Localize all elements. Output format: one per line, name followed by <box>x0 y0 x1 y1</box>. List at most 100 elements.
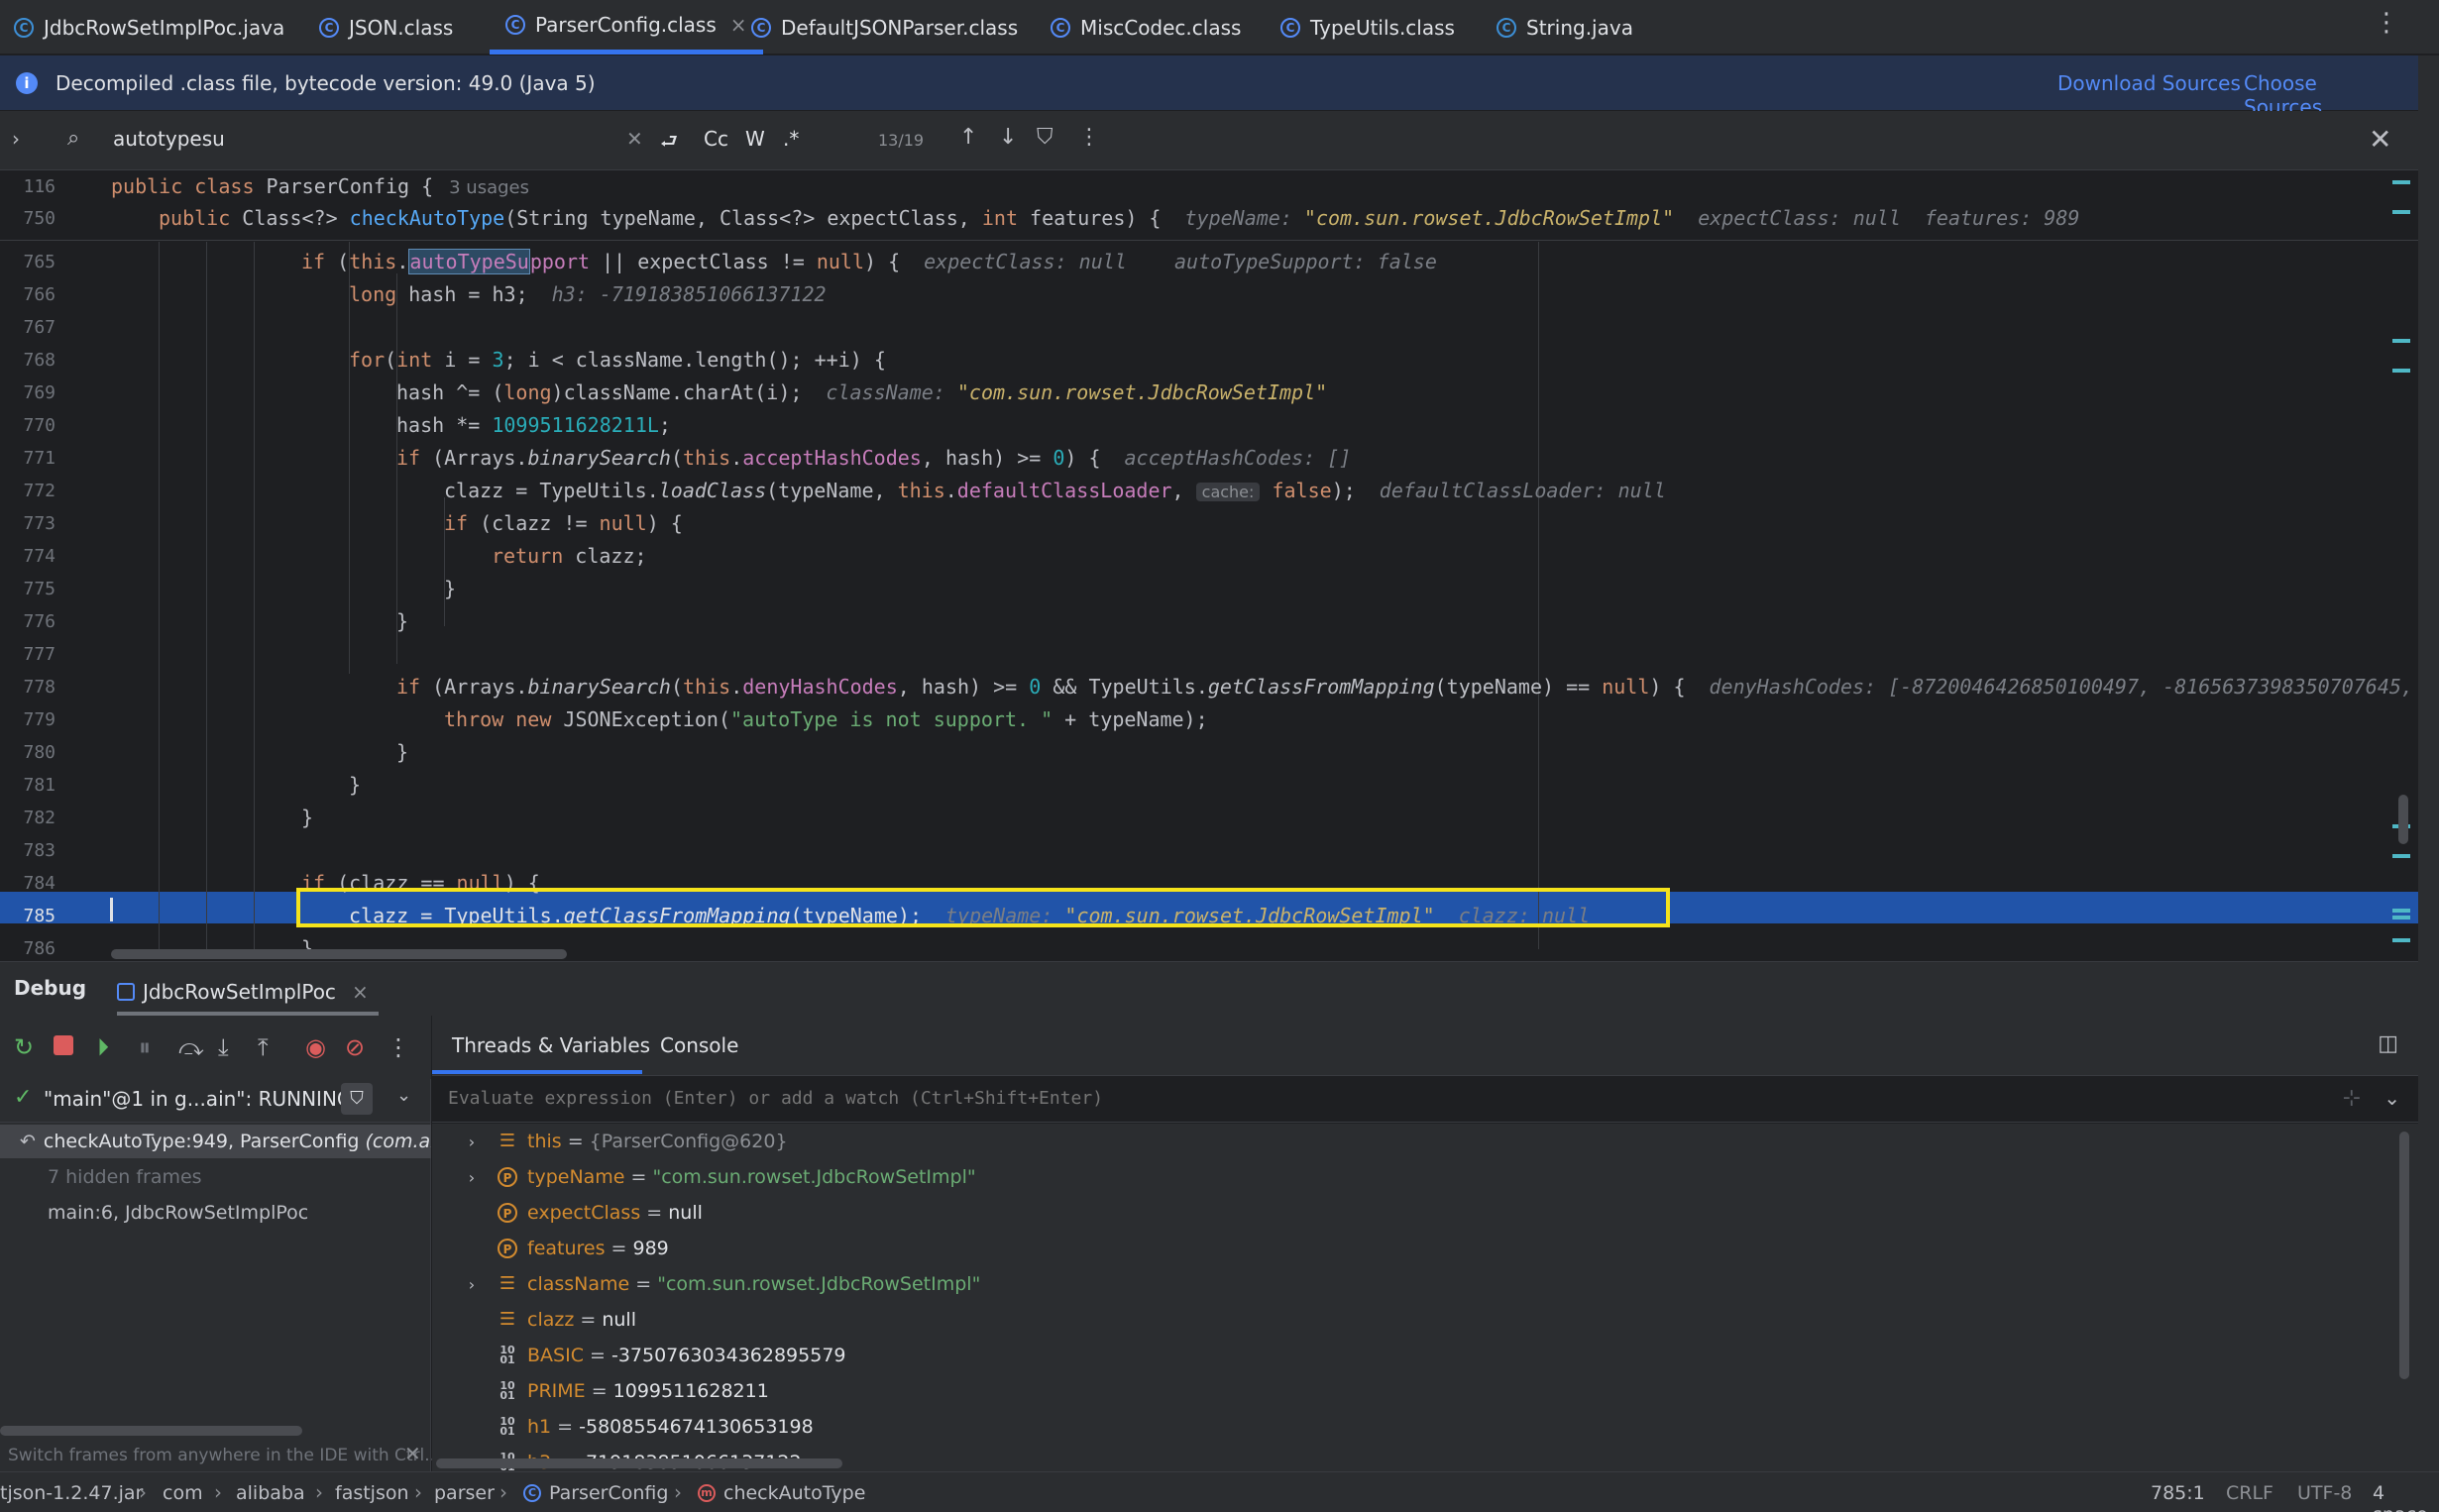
line-number: 776 <box>23 611 55 632</box>
pause-icon[interactable]: ⏸ <box>139 1033 151 1061</box>
layout-icon[interactable]: ◫ <box>2378 1031 2398 1056</box>
horizontal-scrollbar[interactable] <box>111 949 567 959</box>
tab-defaultjsonparser-class[interactable]: C DefaultJSONParser.class <box>751 0 1018 54</box>
java-class-icon: C <box>1497 17 1516 38</box>
horizontal-scrollbar[interactable] <box>0 1426 302 1436</box>
variable-row[interactable]: › ☰ this = {ParserConfig@620} <box>432 1124 788 1159</box>
tab-misccodec-class[interactable]: C MiscCodec.class <box>1051 0 1241 54</box>
breadcrumb-class[interactable]: C ParserConfig <box>523 1482 668 1504</box>
close-icon[interactable]: × <box>352 980 369 1004</box>
breadcrumb-package[interactable]: fastjson <box>335 1482 409 1504</box>
arrow-down-icon[interactable]: ↓ <box>999 125 1017 150</box>
variable-row[interactable]: 10 01 PRIME = 1099511628211 <box>432 1373 768 1409</box>
breadcrumb-jar[interactable]: tjson-1.2.47.jar <box>0 1482 143 1504</box>
filter-icon[interactable]: ⛉ <box>1037 125 1053 150</box>
debug-content-tabs: Threads & Variables Console ◫ <box>432 1016 2418 1075</box>
step-into-icon[interactable]: ⤓ <box>218 1033 229 1061</box>
chevron-down-icon[interactable]: ⌄ <box>396 1085 411 1106</box>
line-number: 768 <box>23 350 55 371</box>
mute-breakpoints-icon[interactable]: ⊘ <box>345 1033 365 1061</box>
stop-icon[interactable] <box>54 1035 73 1055</box>
banner-text: Decompiled .class file, bytecode version… <box>55 70 596 95</box>
variable-row[interactable]: › P typeName = "com.sun.rowset.JdbcRowSe… <box>432 1159 976 1195</box>
evaluate-expression-input[interactable] <box>448 1088 2331 1109</box>
search-icon[interactable]: ⌕ <box>67 126 79 151</box>
regex-toggle[interactable]: .* <box>783 127 799 151</box>
view-breakpoints-icon[interactable]: ◉ <box>305 1033 326 1061</box>
return-arrow-icon: ↶ <box>20 1131 36 1152</box>
breadcrumb-package[interactable]: parser <box>434 1482 495 1504</box>
vertical-scrollbar[interactable] <box>2398 795 2408 844</box>
variable-row[interactable]: › ☰ className = "com.sun.rowset.JdbcRowS… <box>432 1266 981 1302</box>
search-input[interactable]: autotypesu <box>113 127 225 151</box>
breadcrumb-package[interactable]: alibaba <box>236 1482 305 1504</box>
variable-row[interactable]: 10 01 h1 = -5808554674130653198 <box>432 1409 813 1445</box>
step-over-icon[interactable]: ⤼ <box>178 1033 204 1061</box>
close-icon[interactable]: ✕ <box>2369 123 2391 156</box>
breadcrumb-separator: › <box>414 1480 422 1504</box>
breadcrumb-package[interactable]: com <box>163 1482 203 1504</box>
add-watch-icon[interactable]: ⊹ <box>2343 1086 2361 1111</box>
match-count: 13/19 <box>878 131 925 150</box>
info-icon: i <box>16 71 38 94</box>
vertical-scrollbar[interactable] <box>2399 1132 2409 1379</box>
breadcrumb-method[interactable]: m checkAutoType <box>698 1482 865 1504</box>
highlighted-current-line <box>296 888 1670 927</box>
more-options-icon[interactable]: ⋮ <box>1078 125 1100 150</box>
variable-row[interactable]: P features = 989 <box>432 1231 669 1266</box>
breadcrumb-separator: › <box>139 1480 147 1504</box>
thread-selector[interactable]: ✓ "main"@1 in g...ain": RUNNING ⛉ ⌄ <box>0 1079 431 1123</box>
clear-search-icon[interactable]: ✕ <box>626 127 643 151</box>
stack-frame[interactable]: main:6, JdbcRowSetImplPoc <box>0 1196 431 1230</box>
chevron-right-icon[interactable]: › <box>12 127 20 151</box>
tab-label: TypeUtils.class <box>1310 15 1455 40</box>
code-editor[interactable]: 116 public class ParserConfig {3 usages … <box>0 170 2418 961</box>
download-sources-link[interactable]: Download Sources <box>2057 71 2241 95</box>
new-line-icon[interactable]: ⮐ <box>660 127 678 161</box>
filter-icon[interactable]: ⛉ <box>341 1083 373 1115</box>
indent-setting[interactable]: 4 space <box>2373 1482 2439 1512</box>
stack-frame[interactable]: ↶ checkAutoType:949, ParserConfig (com.a… <box>0 1125 431 1158</box>
tab-threads-variables[interactable]: Threads & Variables <box>452 1033 650 1057</box>
debug-session-tab[interactable]: JdbcRowSetImplPoc × <box>117 972 379 1017</box>
code-line-771: if (Arrays.binarySearch(this.acceptHashC… <box>396 446 1352 470</box>
rerun-icon[interactable]: ↻ <box>14 1033 34 1061</box>
variable-row[interactable]: 10 01 BASIC = -3750763034362895579 <box>432 1338 845 1373</box>
arrow-up-icon[interactable]: ↑ <box>959 125 977 150</box>
line-number: 781 <box>23 775 55 796</box>
file-encoding[interactable]: UTF-8 <box>2297 1482 2352 1504</box>
expand-arrow-icon[interactable]: › <box>460 1275 484 1294</box>
chevron-down-icon[interactable]: ⌄ <box>2384 1086 2400 1110</box>
tab-string-java[interactable]: C String.java <box>1497 0 1633 54</box>
tab-jdbcrowsetimplpoc[interactable]: C JdbcRowSetImplPoc.java <box>14 0 284 54</box>
horizontal-scrollbar[interactable] <box>436 1458 842 1468</box>
line-number: 116 <box>23 176 55 197</box>
debug-tool-header: Debug JdbcRowSetImplPoc × <box>0 961 2418 1017</box>
variable-row[interactable]: ☰ clazz = null <box>432 1302 636 1338</box>
expand-arrow-icon[interactable]: › <box>460 1168 484 1187</box>
code-line-765: if (this.autoTypeSupport || expectClass … <box>301 249 1437 274</box>
variable-row[interactable]: P expectClass = null <box>432 1195 703 1231</box>
tab-typeutils-class[interactable]: C TypeUtils.class <box>1280 0 1455 54</box>
line-number: 766 <box>23 284 55 305</box>
expand-arrow-icon[interactable]: › <box>460 1133 484 1151</box>
tab-label: ParserConfig.class <box>535 13 717 37</box>
line-number: 778 <box>23 677 55 698</box>
tab-json-class[interactable]: C JSON.class <box>319 0 453 54</box>
resume-icon[interactable]: ⏵ <box>97 1033 109 1061</box>
code-line-778: if (Arrays.binarySearch(this.denyHashCod… <box>396 675 2413 699</box>
whole-word-toggle[interactable]: W <box>745 127 765 151</box>
scroll-mark <box>2392 909 2410 913</box>
tab-parserconfig-class[interactable]: C ParserConfig.class × <box>490 0 763 54</box>
more-options-icon[interactable]: ⋮ <box>387 1033 410 1061</box>
close-icon[interactable]: ✕ <box>404 1442 421 1465</box>
match-case-toggle[interactable]: Cc <box>704 127 728 151</box>
more-tabs-icon[interactable]: ⋮ <box>2374 8 2399 38</box>
tab-console[interactable]: Console <box>660 1033 738 1057</box>
caret-position[interactable]: 785:1 <box>2151 1482 2205 1504</box>
close-icon[interactable]: × <box>730 13 747 37</box>
hidden-frames[interactable]: 7 hidden frames <box>0 1160 431 1194</box>
step-out-icon[interactable]: ⤒ <box>258 1033 269 1061</box>
scroll-mark <box>2392 854 2410 858</box>
line-separator[interactable]: CRLF <box>2226 1482 2273 1504</box>
